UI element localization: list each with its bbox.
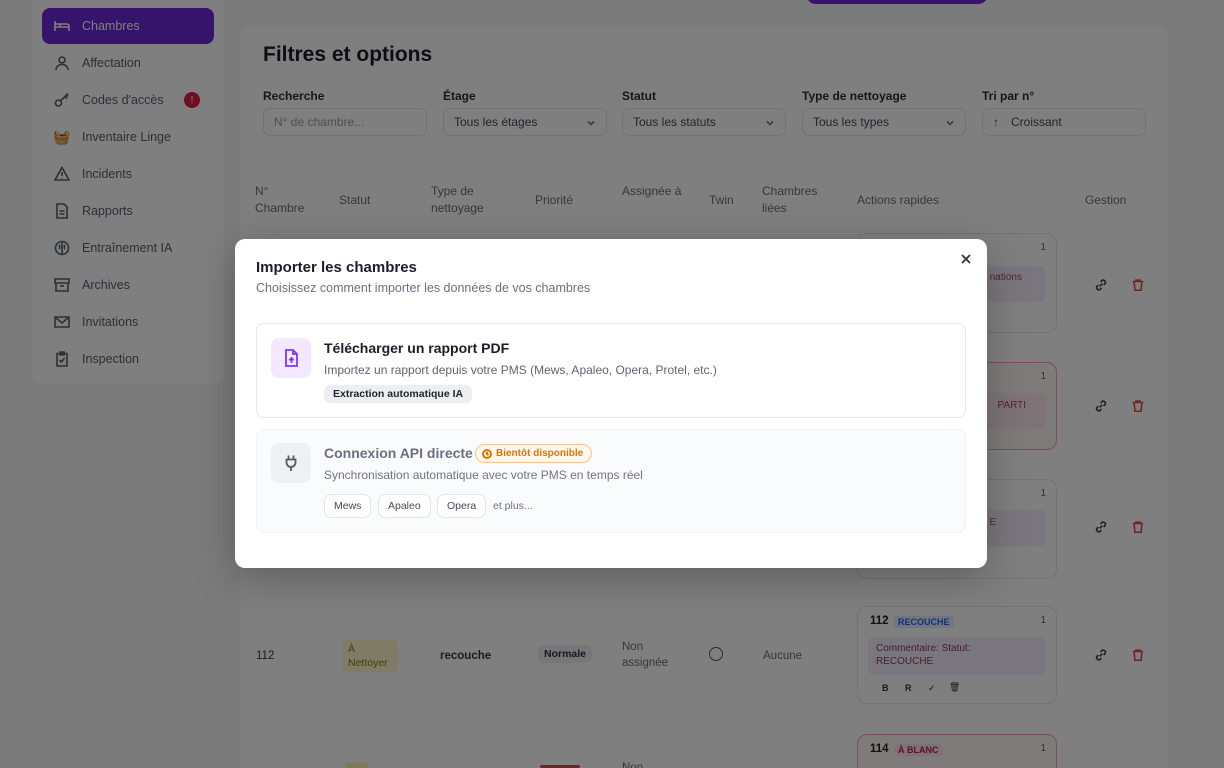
ai-extraction-badge: Extraction automatique IA bbox=[324, 385, 473, 403]
pms-chip-mews: Mews bbox=[324, 494, 372, 518]
coming-soon-badge: Bientôt disponible bbox=[475, 444, 593, 463]
pdf-option-description: Importez un rapport depuis votre PMS (Me… bbox=[324, 363, 717, 377]
pdf-option-title: Télécharger un rapport PDF bbox=[324, 340, 510, 356]
import-rooms-modal: Importer les chambres Choisissez comment… bbox=[235, 239, 987, 568]
api-option-title: Connexion API directe bbox=[324, 445, 473, 461]
modal-subtitle: Choisissez comment importer les données … bbox=[256, 281, 591, 295]
api-option-description: Synchronisation automatique avec votre P… bbox=[324, 468, 643, 482]
close-icon[interactable] bbox=[959, 252, 973, 266]
coming-soon-text: Bientôt disponible bbox=[496, 448, 584, 459]
clock-icon bbox=[482, 448, 492, 459]
pms-chip-apaleo: Apaleo bbox=[378, 494, 431, 518]
file-upload-icon bbox=[271, 338, 311, 378]
more-pms-text: et plus... bbox=[493, 500, 533, 512]
pdf-import-option[interactable]: Télécharger un rapport PDF Importez un r… bbox=[256, 323, 966, 418]
api-connection-option: Connexion API directe Bientôt disponible… bbox=[256, 429, 966, 533]
modal-title: Importer les chambres bbox=[256, 259, 417, 276]
plug-icon bbox=[271, 443, 311, 483]
pms-chip-opera: Opera bbox=[437, 494, 487, 518]
